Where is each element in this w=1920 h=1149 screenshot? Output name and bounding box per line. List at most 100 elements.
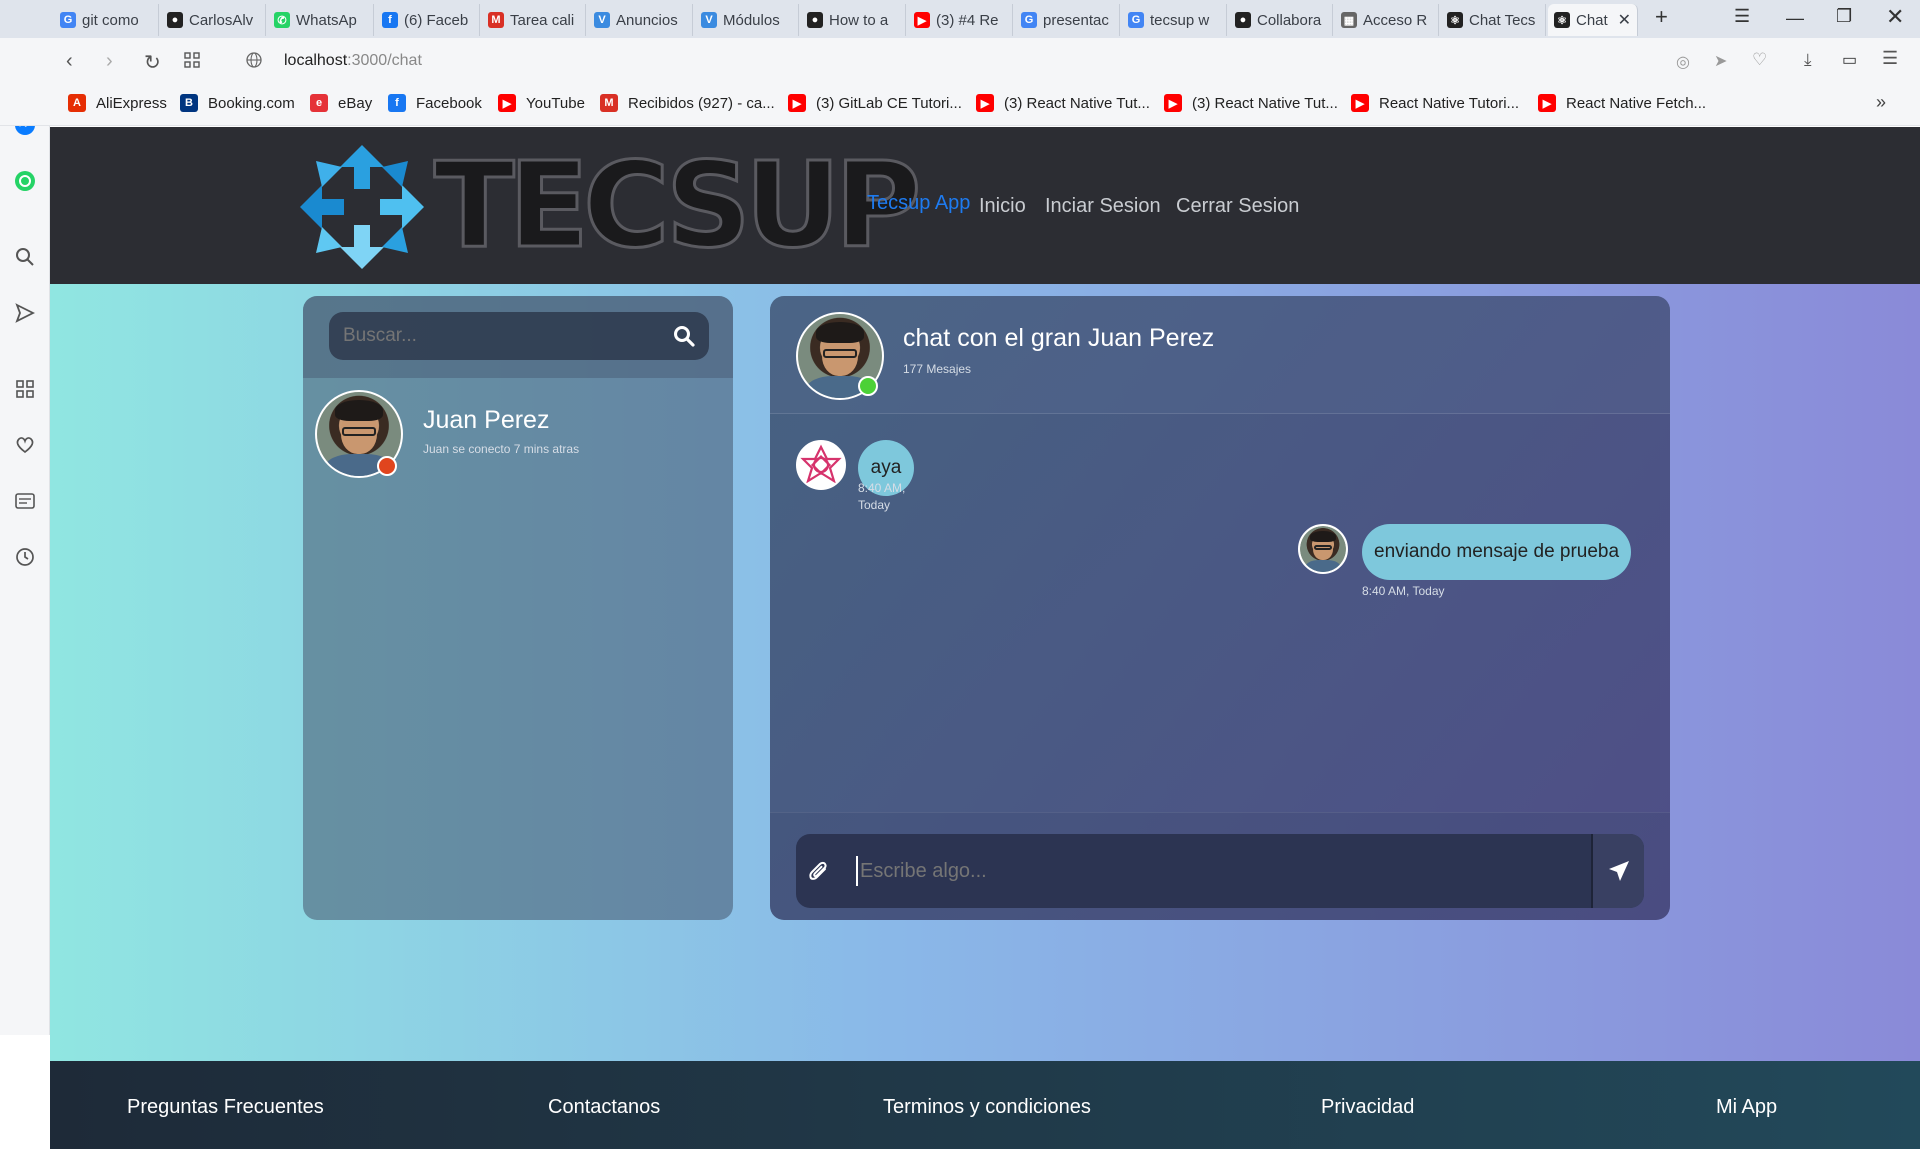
footer-link-privacy[interactable]: Privacidad (1321, 1096, 1414, 1119)
youtube-icon: ▶ (1351, 94, 1369, 112)
history-clock-icon[interactable] (12, 544, 38, 570)
new-tab-button[interactable]: + (1655, 4, 1668, 30)
address-toolbar: ‹ › ↻ localhost:3000/chat ◎ ➤ ♡ ⤓ ▭ ☰ (0, 38, 1920, 86)
browser-tab[interactable]: Gpresentac (1015, 4, 1120, 36)
booking-icon: B (180, 94, 198, 112)
send-icon[interactable] (12, 300, 38, 326)
received-message-time: 8:40 AM, Today (858, 481, 906, 512)
browser-tab[interactable]: ● CarlosAlv (161, 4, 266, 36)
browser-sidebar: O (0, 0, 50, 1035)
bookmark-item[interactable]: A AliExpress (68, 94, 167, 112)
bookmark-item[interactable]: B Booking.com (180, 94, 295, 112)
facebook-icon: f (388, 94, 406, 112)
minimize-button[interactable]: — (1786, 8, 1804, 29)
my-avatar (1298, 524, 1348, 574)
bookmark-item[interactable]: ▶ React Native Fetch... (1538, 94, 1706, 112)
bookmark-item[interactable]: M Recibidos (927) - ca... (600, 94, 775, 112)
tab-label: Chat Tecs (1469, 11, 1536, 29)
bookmark-item[interactable]: ▶ (3) React Native Tut... (1164, 94, 1338, 112)
bookmark-item[interactable]: e eBay (310, 94, 372, 112)
gmail-icon: M (488, 12, 504, 28)
tab-menu-icon[interactable]: ☰ (1734, 6, 1750, 27)
bookmark-label: Facebook (416, 94, 482, 112)
whatsapp-icon[interactable] (12, 168, 38, 194)
bookmark-item[interactable]: ▶ React Native Tutori... (1351, 94, 1519, 112)
heart-icon[interactable] (12, 432, 38, 458)
tab-label: CarlosAlv (189, 11, 254, 29)
browser-tab[interactable]: ● Collabora (1229, 4, 1333, 36)
battery-saver-icon[interactable]: ▭ (1842, 50, 1857, 70)
browser-tab[interactable]: V Módulos (695, 4, 799, 36)
paperclip-icon[interactable] (808, 859, 830, 888)
app-page: TECSUP Tecsup App Inicio Inciar Sesion C… (50, 127, 1920, 1149)
search-icon[interactable] (12, 244, 38, 270)
easy-setup-icon[interactable]: ☰ (1882, 48, 1898, 69)
browser-tab[interactable]: ⚛ Chat ✕ (1548, 4, 1638, 36)
bookmark-item[interactable]: f Facebook (388, 94, 482, 112)
browser-tab[interactable]: ● How to a (801, 4, 906, 36)
close-window-button[interactable]: ✕ (1886, 4, 1904, 30)
bookmark-item[interactable]: ▶ YouTube (498, 94, 585, 112)
message-input[interactable] (856, 856, 1576, 886)
browser-tab[interactable]: M Tarea cali (482, 4, 586, 36)
aliexpress-icon: A (68, 94, 86, 112)
browser-tab[interactable]: ✆ WhatsAp (268, 4, 374, 36)
tab-label: (6) Faceb (404, 11, 469, 29)
news-icon[interactable] (12, 488, 38, 514)
online-status-dot (858, 376, 878, 396)
tab-label: Acceso R (1363, 11, 1428, 29)
forward-icon[interactable]: › (106, 50, 113, 73)
browser-tab[interactable]: Ggit como (54, 4, 159, 36)
ebay-icon: e (310, 94, 328, 112)
tecsup-logo-icon[interactable] (292, 137, 432, 277)
search-input[interactable] (343, 322, 663, 350)
back-icon[interactable]: ‹ (66, 50, 73, 73)
youtube-icon: ▶ (1538, 94, 1556, 112)
reload-icon[interactable]: ↻ (144, 50, 161, 75)
search-icon[interactable] (673, 325, 695, 352)
google-icon: G (1128, 12, 1144, 28)
bookmark-item[interactable]: ▶ (3) React Native Tut... (976, 94, 1150, 112)
restore-button[interactable]: ❐ (1836, 6, 1852, 27)
youtube-icon: ▶ (498, 94, 516, 112)
footer-link-terms[interactable]: Terminos y condiciones (883, 1096, 1091, 1119)
contact-list-item[interactable]: Juan Perez Juan se conecto 7 mins atras (303, 390, 733, 482)
browser-tab[interactable]: ▦ Acceso R (1335, 4, 1439, 36)
nav-link-inicio[interactable]: Inicio (979, 195, 1026, 218)
nav-link-cerrar-sesion[interactable]: Cerrar Sesion (1176, 195, 1299, 218)
url-field[interactable]: localhost:3000/chat (284, 52, 422, 70)
browser-tab[interactable]: ▶ (3) #4 Re (908, 4, 1013, 36)
footer-link-my-app[interactable]: Mi App (1716, 1096, 1777, 1119)
gmail-icon: M (600, 94, 618, 112)
bookmark-item[interactable]: ▶ (3) GitLab CE Tutori... (788, 94, 962, 112)
browser-tab[interactable]: V Anuncios (588, 4, 693, 36)
speed-dial-icon[interactable] (12, 376, 38, 402)
more-bookmarks-icon[interactable]: » (1876, 92, 1886, 113)
browser-tab[interactable]: f (6) Faceb (376, 4, 480, 36)
v-icon: V (594, 12, 610, 28)
tab-label: git como (82, 11, 139, 29)
browser-tab[interactable]: Gtecsup w (1122, 4, 1227, 36)
snapshot-camera-icon[interactable]: ◎ (1676, 52, 1690, 72)
send-arrow-icon (1608, 861, 1629, 881)
tab-label: Módulos (723, 11, 780, 29)
bookmark-label: Booking.com (208, 94, 295, 112)
bookmark-label: YouTube (526, 94, 585, 112)
footer-link-contact[interactable]: Contactanos (548, 1096, 660, 1119)
tabs-grid-icon[interactable] (184, 52, 200, 73)
tab-label: tecsup w (1150, 11, 1210, 29)
url-host: localhost (284, 52, 348, 69)
brand-link[interactable]: Tecsup App (867, 192, 970, 215)
youtube-icon: ▶ (914, 12, 930, 28)
chat-header: chat con el gran Juan Perez 177 Mesajes (770, 296, 1670, 414)
share-send-icon[interactable]: ➤ (1714, 51, 1727, 71)
close-tab-icon[interactable]: ✕ (1618, 10, 1631, 30)
youtube-icon: ▶ (976, 94, 994, 112)
send-button[interactable] (1593, 834, 1644, 908)
nav-link-iniciar-sesion[interactable]: Inciar Sesion (1045, 195, 1161, 218)
browser-tab[interactable]: ⚛ Chat Tecs (1441, 4, 1546, 36)
bookmark-heart-icon[interactable]: ♡ (1752, 50, 1767, 70)
footer-link-faq[interactable]: Preguntas Frecuentes (127, 1096, 324, 1119)
download-icon[interactable]: ⤓ (1804, 50, 1812, 70)
navbar: TECSUP Tecsup App Inicio Inciar Sesion C… (50, 127, 1920, 284)
